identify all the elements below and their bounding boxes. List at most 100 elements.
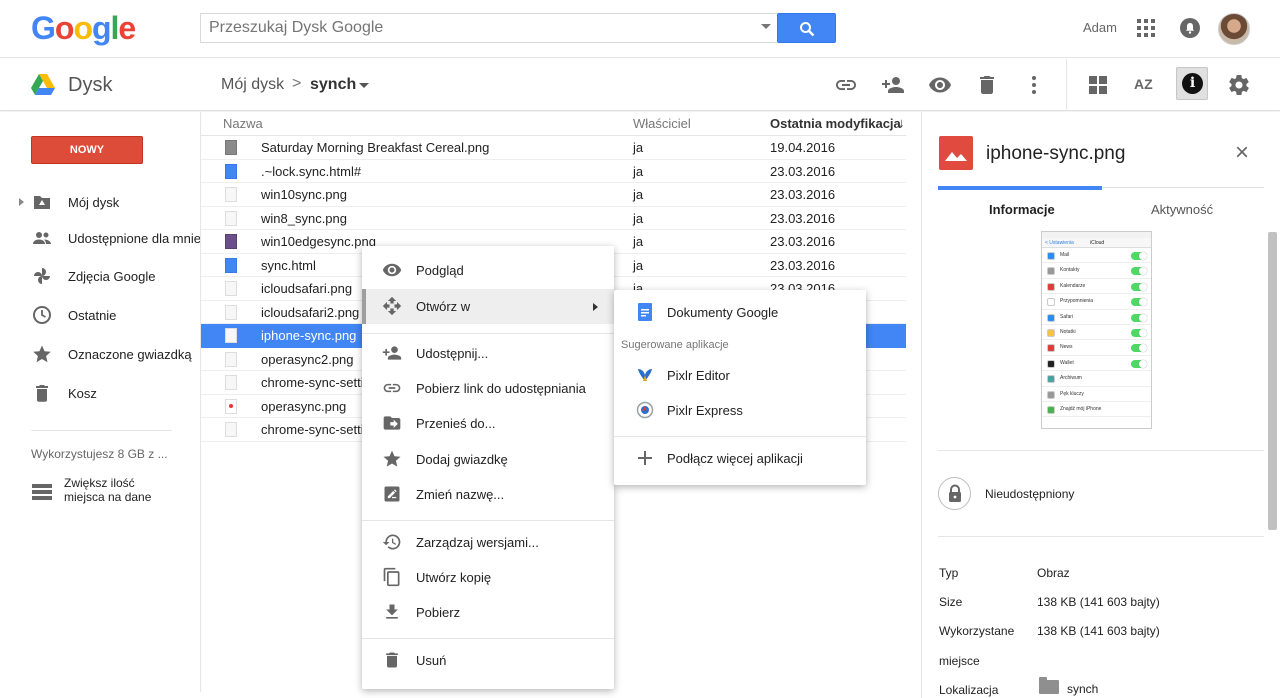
file-type-icon xyxy=(225,328,237,343)
details-toggle-button[interactable]: i xyxy=(1176,67,1208,100)
sidebar-item-photos[interactable]: Zdjęcia Google xyxy=(0,261,200,291)
thumbnail-row-label: Kalendarze xyxy=(1060,282,1086,289)
menu-item-move[interactable]: Przenieś do... xyxy=(362,406,614,441)
table-row[interactable]: win8_sync.png ja 23.03.2016 xyxy=(201,207,906,230)
menu-item-copy[interactable]: Utwórz kopię xyxy=(362,560,614,595)
link-icon[interactable] xyxy=(834,73,858,97)
menu-item-share[interactable]: Udostępnij... xyxy=(362,336,614,371)
property-key: Size xyxy=(939,595,963,609)
sort-az-icon[interactable]: AZ xyxy=(1134,76,1158,100)
submenu-item-label: Pixlr Editor xyxy=(667,368,730,383)
notifications-bell-icon[interactable] xyxy=(1180,18,1200,38)
column-modified-header[interactable]: Ostatnia modyfikacja xyxy=(770,116,901,131)
add-person-icon[interactable] xyxy=(881,73,905,97)
app-title[interactable]: Dysk xyxy=(68,74,112,97)
thumbnail-row: Notatki xyxy=(1042,325,1151,341)
menu-item-label: Usuń xyxy=(416,653,447,668)
sidebar-item-starred[interactable]: Oznaczone gwiazdką xyxy=(0,339,200,369)
property-value: 138 KB (141 603 bajty) xyxy=(1037,595,1160,609)
thumbnail-row: Archiwum xyxy=(1042,371,1151,387)
toggle-switch xyxy=(1131,359,1147,368)
table-row[interactable]: win10sync.png ja 23.03.2016 xyxy=(201,183,906,207)
move-arrows-icon xyxy=(382,296,402,316)
thumbnail-nav: < Ustawienia iCloud xyxy=(1042,238,1151,248)
table-row[interactable]: .~lock.sync.html# ja 23.03.2016 xyxy=(201,160,906,183)
file-owner: ja xyxy=(633,210,644,226)
sidebar-item-shared[interactable]: Udostępnione dla mnie xyxy=(0,223,201,253)
table-row[interactable]: Saturday Morning Breakfast Cereal.png ja 1… xyxy=(201,136,906,160)
settings-gear-icon[interactable] xyxy=(1227,73,1251,97)
details-scrollbar[interactable] xyxy=(1268,232,1277,530)
submenu-item-google-docs[interactable]: Dokumenty Google xyxy=(614,295,866,330)
submenu-item-connect-apps[interactable]: Podłącz więcej aplikacji xyxy=(614,441,866,476)
details-divider xyxy=(938,450,1264,451)
star-icon xyxy=(383,450,401,467)
column-owner-header[interactable]: Właściciel xyxy=(633,116,691,131)
new-button[interactable]: NOWY xyxy=(31,136,143,164)
menu-item-star[interactable]: Dodaj gwiazdkę xyxy=(362,442,614,477)
upgrade-storage-link[interactable]: Zwiększ ilość miejsca na dane xyxy=(31,474,191,506)
search-button[interactable] xyxy=(777,13,836,43)
trash-icon xyxy=(386,652,398,668)
tab-activity[interactable]: Aktywność xyxy=(1151,202,1213,217)
file-modified-date: 23.03.2016 xyxy=(770,187,836,202)
file-modified-date: 23.03.2016 xyxy=(770,234,836,249)
column-name-header[interactable]: Nazwa xyxy=(223,116,263,131)
toggle-switch xyxy=(1131,282,1147,291)
toolbar-divider xyxy=(1066,59,1067,111)
file-type-icon xyxy=(225,234,237,249)
search-box[interactable] xyxy=(200,13,777,43)
file-thumbnail[interactable]: < Ustawienia iCloud Mail Kontakty Kalendar… xyxy=(1041,231,1152,429)
file-owner: ja xyxy=(633,234,644,249)
submenu-item-pixlr-editor[interactable]: Pixlr Editor xyxy=(614,358,866,393)
file-owner: ja xyxy=(633,257,644,273)
file-type-icon xyxy=(225,187,237,202)
grid-view-icon[interactable] xyxy=(1086,73,1110,97)
property-key: miejsce xyxy=(939,654,980,668)
location-link[interactable]: synch xyxy=(1067,682,1098,696)
trash-icon[interactable] xyxy=(975,73,999,97)
menu-item-label: Zmień nazwę... xyxy=(416,487,505,502)
breadcrumb-root[interactable]: Mój dysk xyxy=(221,76,284,94)
file-name: iphone-sync.png xyxy=(261,328,357,343)
menu-item-get-link[interactable]: Pobierz link do udostępniania xyxy=(362,371,614,406)
avatar[interactable] xyxy=(1218,13,1250,45)
file-type-icon xyxy=(225,375,237,390)
app-icon xyxy=(1047,313,1055,322)
close-icon[interactable]: × xyxy=(1235,141,1249,165)
file-modified-date: 23.03.2016 xyxy=(770,163,836,179)
file-name: Saturday Morning Breakfast Cereal.png xyxy=(261,140,490,155)
file-name: chrome-sync-setti xyxy=(261,422,364,437)
tab-info[interactable]: Informacje xyxy=(989,202,1055,217)
thumbnail-row-label: Wallet xyxy=(1060,359,1074,366)
menu-item-delete[interactable]: Usuń xyxy=(362,643,614,678)
thumbnail-row-label: Archiwum xyxy=(1060,375,1082,382)
submenu-item-label: Dokumenty Google xyxy=(667,305,779,320)
menu-item-preview[interactable]: Podgląd xyxy=(362,253,614,288)
search-input[interactable] xyxy=(201,14,741,42)
expand-arrow-icon[interactable] xyxy=(19,198,24,206)
menu-item-rename[interactable]: Zmień nazwę... xyxy=(362,477,614,512)
copy-icon xyxy=(383,567,400,587)
sidebar-item-trash[interactable]: Kosz xyxy=(0,378,200,408)
file-list-gutter xyxy=(906,112,922,692)
user-name[interactable]: Adam xyxy=(1083,20,1117,35)
google-logo[interactable]: Google xyxy=(31,10,136,47)
preview-eye-icon[interactable] xyxy=(928,73,952,97)
sidebar-item-my-drive[interactable]: Mój dysk xyxy=(0,187,200,217)
thumbnail-row-label: Znajdź mój iPhone xyxy=(1060,405,1102,412)
apps-grid-icon[interactable] xyxy=(1137,19,1155,37)
file-name: chrome-sync-setti xyxy=(261,375,364,390)
menu-item-download[interactable]: Pobierz xyxy=(362,595,614,630)
breadcrumb-dropdown-icon[interactable] xyxy=(359,83,369,88)
search-options-dropdown-icon[interactable] xyxy=(761,24,771,29)
menu-item-versions[interactable]: Zarządzaj wersjami... xyxy=(362,525,614,560)
menu-item-open-with[interactable]: Otwórz w xyxy=(362,289,614,324)
sidebar-item-recent[interactable]: Ostatnie xyxy=(0,300,200,330)
more-vertical-icon[interactable] xyxy=(1022,73,1046,97)
search-icon xyxy=(800,22,815,37)
submenu-item-pixlr-express[interactable]: Pixlr Express xyxy=(614,393,866,428)
sort-arrow-icon[interactable]: ↓ xyxy=(898,115,905,130)
file-modified-date: 19.04.2016 xyxy=(770,140,836,155)
breadcrumb-current[interactable]: synch xyxy=(310,76,356,94)
